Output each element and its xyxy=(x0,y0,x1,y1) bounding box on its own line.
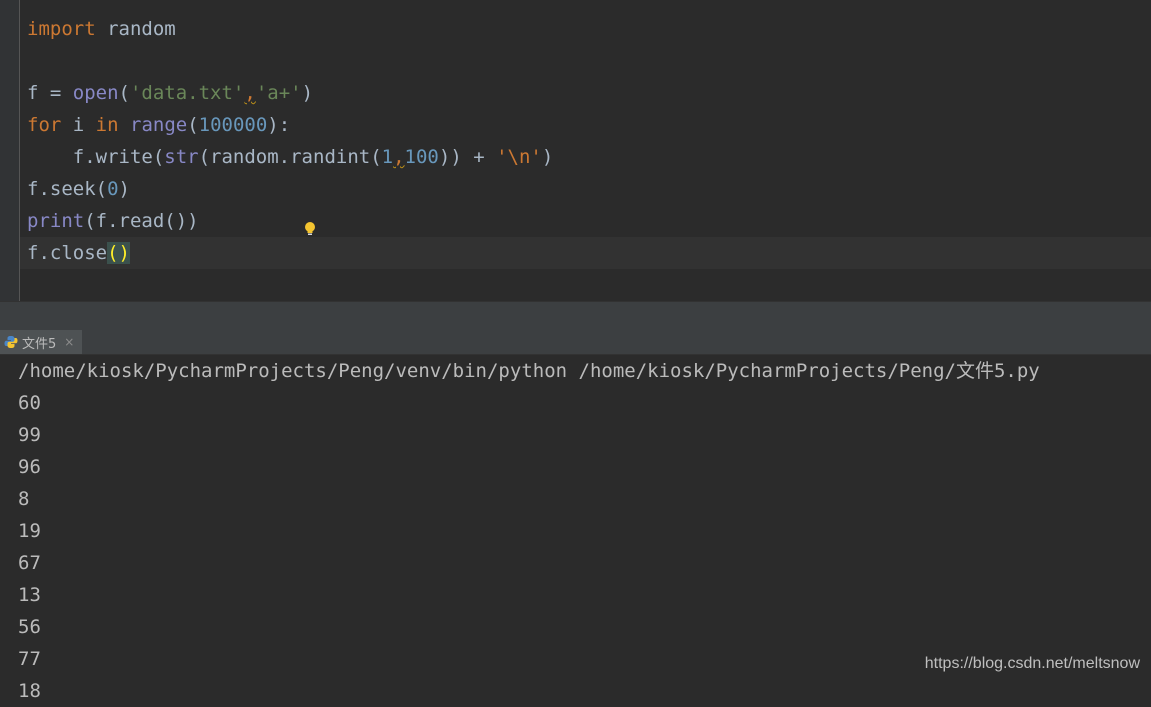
paren: ) xyxy=(118,178,130,200)
editor-gutter xyxy=(0,0,20,301)
builtin-str: str xyxy=(164,146,199,168)
string-newline: '\n' xyxy=(496,146,542,168)
code-line-3[interactable]: f = open('data.txt','a+') xyxy=(27,77,553,109)
console-output: /home/kiosk/PycharmProjects/Peng/venv/bi… xyxy=(18,355,1040,707)
number-literal: 1 xyxy=(381,146,394,168)
paren: ): xyxy=(267,114,291,136)
close-icon[interactable]: × xyxy=(64,335,74,349)
code-line-2[interactable] xyxy=(27,45,553,77)
keyword-import: import xyxy=(27,18,96,40)
code-line-1[interactable]: import random xyxy=(27,13,553,45)
code-line-4[interactable]: for i in range(100000): xyxy=(27,109,553,141)
console-command-line: /home/kiosk/PycharmProjects/Peng/venv/bi… xyxy=(18,360,1040,382)
run-tab-label: 文件5 xyxy=(22,336,57,352)
matched-paren: () xyxy=(107,242,130,264)
code-editor[interactable]: import random f = open('data.txt','a+') … xyxy=(0,0,1151,301)
code-lines[interactable]: import random f = open('data.txt','a+') … xyxy=(27,13,553,269)
assign: f = xyxy=(27,82,73,104)
concat: )) + xyxy=(438,146,497,168)
number-literal: 100 xyxy=(404,146,439,168)
paren: ( xyxy=(118,82,130,104)
run-tool-window-tabs: 文件5 × xyxy=(0,330,1151,355)
paren: ) xyxy=(541,146,554,168)
console-output-line: 96 xyxy=(18,456,41,478)
number-literal: 0 xyxy=(107,178,119,200)
string-literal: 'a+' xyxy=(255,82,302,104)
comma-warning: , xyxy=(244,82,256,104)
read-call: (f.read()) xyxy=(84,210,199,232)
panel-splitter[interactable] xyxy=(0,301,1151,331)
paren: ( xyxy=(187,114,199,136)
python-icon xyxy=(4,336,18,348)
builtin-range: range xyxy=(130,114,188,136)
number-literal: 100000 xyxy=(198,114,268,136)
lightbulb-icon[interactable] xyxy=(303,221,317,237)
code-line-8[interactable]: f.close() xyxy=(27,237,553,269)
string-literal: 'data.txt' xyxy=(129,82,245,104)
console-output-line: 60 xyxy=(18,392,41,414)
write-call: f.write( xyxy=(27,146,165,168)
close-call: f.close xyxy=(27,242,108,264)
code-line-5[interactable]: f.write(str(random.randint(1,100)) + '\n… xyxy=(27,141,554,173)
console-output-line: 8 xyxy=(18,488,30,510)
watermark: https://blog.csdn.net/meltsnow xyxy=(924,655,1140,672)
paren: ) xyxy=(301,82,314,104)
console-output-line: 99 xyxy=(18,424,41,446)
console-output-line: 19 xyxy=(18,520,41,542)
run-console[interactable]: /home/kiosk/PycharmProjects/Peng/venv/bi… xyxy=(0,355,1151,702)
keyword-for: for xyxy=(27,114,62,136)
console-output-line: 77 xyxy=(18,648,41,670)
console-output-line: 13 xyxy=(18,584,41,606)
console-output-line: 67 xyxy=(18,552,41,574)
builtin-print: print xyxy=(27,210,85,232)
builtin-open: open xyxy=(72,82,119,104)
run-tab[interactable]: 文件5 × xyxy=(0,330,83,354)
keyword-in: in xyxy=(95,114,119,136)
module-name: random xyxy=(95,18,176,40)
comma-warning: , xyxy=(393,146,405,168)
code-line-6[interactable]: f.seek(0) xyxy=(27,173,553,205)
console-output-line: 18 xyxy=(18,680,41,702)
seek-call: f.seek( xyxy=(27,178,108,200)
randint-call: (random.randint( xyxy=(198,146,382,168)
code-line-7[interactable]: print(f.read()) xyxy=(27,205,553,237)
loop-var: i xyxy=(61,114,96,136)
console-output-line: 56 xyxy=(18,616,41,638)
